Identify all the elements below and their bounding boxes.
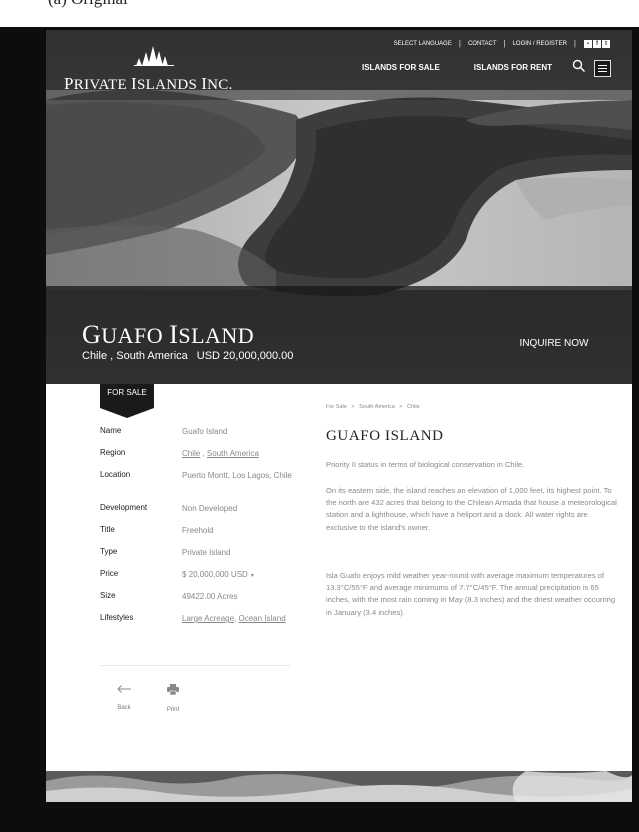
currency-select[interactable]: $ 20,000,000 USD ▾ — [182, 569, 300, 582]
back-label: Back — [117, 705, 131, 711]
detail-value: 49422.00 Acres — [182, 592, 238, 601]
title-word: UAFO — [101, 323, 170, 348]
divider — [100, 665, 290, 666]
breadcrumb-separator: > — [399, 404, 403, 410]
description-paragraph: Priority II status in terms of biologica… — [326, 460, 525, 469]
title-word: SLAND — [178, 323, 255, 348]
caption-text: (a) Original — [48, 0, 128, 9]
details-table: Name Guafo Island Region Chile , South A… — [100, 426, 300, 643]
breadcrumb: For Sale > South America > Chile — [326, 404, 420, 410]
detail-row-region: Region Chile , South America — [100, 448, 300, 470]
detail-value: Private Island — [182, 548, 231, 557]
logo-word: SLANDS — [136, 77, 202, 93]
detail-key: Name — [100, 426, 122, 435]
web-page: PRIVATE ISLANDS INC. SELECT LANGUAGE | C… — [46, 30, 632, 802]
detail-row-price: Price $ 20,000,000 USD ▾ — [100, 569, 300, 591]
hero-title: GUAFO ISLAND — [82, 320, 254, 350]
region-link-south-america[interactable]: South America — [207, 449, 259, 458]
detail-key: Development — [100, 503, 148, 512]
search-icon[interactable] — [572, 59, 586, 73]
hero-location: Chile , South America — [82, 350, 188, 362]
contact-link[interactable]: CONTACT — [468, 41, 497, 47]
menu-line — [598, 68, 607, 69]
description-paragraph: Isla Guafo enjoys mild weather year-roun… — [326, 571, 616, 617]
detail-value: Large Acreage, Ocean Island — [182, 613, 300, 624]
detail-row-size: Size 49422.00 Acres — [100, 591, 300, 613]
nav-divider: | — [458, 39, 461, 48]
region-link-chile[interactable]: Chile — [182, 449, 200, 458]
title-letter: G — [82, 320, 102, 349]
detail-value: Non Developed — [182, 504, 238, 513]
detail-row-location: Location Puerto Montt, Los Lagos, Chile — [100, 470, 300, 503]
menu-line — [598, 71, 607, 72]
screenshot-frame: (a) Original — [0, 0, 639, 832]
nav-divider: | — [503, 39, 506, 48]
lifestyle-link-ocean-island[interactable]: Ocean Island — [239, 614, 286, 623]
title-letter: I — [169, 320, 179, 349]
detail-key: Region — [100, 448, 126, 457]
price-value: $ 20,000,000 USD — [182, 570, 248, 579]
detail-key: Title — [100, 525, 115, 534]
logo-word: NC. — [207, 77, 233, 93]
badge-label: FOR SALE — [107, 388, 147, 397]
twitter-icon[interactable]: t — [602, 39, 610, 48]
detail-key: Size — [100, 591, 116, 600]
printer-icon — [167, 684, 179, 696]
nav-islands-for-sale[interactable]: ISLANDS FOR SALE — [362, 63, 440, 72]
caption-strip: (a) Original — [0, 0, 639, 27]
detail-key: Lifestyles — [100, 613, 134, 622]
print-label: Print — [166, 707, 180, 713]
nav-divider: | — [573, 39, 576, 48]
nav-islands-for-rent[interactable]: ISLANDS FOR RENT — [474, 63, 552, 72]
detail-row-lifestyles: Lifestyles Large Acreage, Ocean Island — [100, 613, 300, 643]
chevron-down-icon[interactable]: ▾ — [251, 573, 254, 579]
detail-key: Type — [100, 547, 118, 556]
site-logo[interactable]: PRIVATE ISLANDS INC. — [64, 74, 233, 94]
detail-value: Guafo Island — [182, 427, 228, 436]
facebook-icon[interactable]: f — [593, 39, 601, 48]
detail-row-title: Title Freehold — [100, 525, 300, 547]
hero-price: USD 20,000,000.00 — [196, 350, 294, 362]
inquire-now-button[interactable]: INQUIRE NOW — [498, 328, 610, 358]
detail-row-development: Development Non Developed — [100, 503, 300, 525]
main-nav: ISLANDS FOR SALE ISLANDS FOR RENT — [362, 63, 552, 72]
detail-value: Freehold — [182, 526, 214, 535]
for-sale-badge: FOR SALE — [100, 384, 154, 420]
clouds-image — [46, 771, 632, 802]
link-separator: , — [200, 449, 207, 458]
lifestyle-link-large-acreage[interactable]: Large Acreage — [182, 614, 234, 623]
breadcrumb-chile[interactable]: Chile — [407, 404, 420, 410]
logo-letter: P — [64, 74, 74, 93]
utility-nav: SELECT LANGUAGE | CONTACT | LOGIN / REGI… — [394, 39, 610, 48]
page-title: GUAFO ISLAND — [326, 428, 444, 444]
logo-trees-icon — [134, 46, 174, 66]
detail-key: Location — [100, 470, 131, 479]
square-icon[interactable]: ▪ — [584, 39, 592, 48]
detail-value: Chile , South America — [182, 448, 300, 459]
detail-row-type: Type Private Island — [100, 547, 300, 569]
breadcrumb-separator: > — [351, 404, 355, 410]
logo-word: RIVATE — [73, 77, 132, 93]
select-language-link[interactable]: SELECT LANGUAGE — [394, 41, 452, 47]
detail-value: Puerto Montt, Los Lagos, Chile — [182, 471, 292, 480]
hero-subtitle: Chile , South America USD 20,000,000.00 — [82, 350, 293, 362]
breadcrumb-for-sale[interactable]: For Sale — [326, 404, 347, 410]
login-register-link[interactable]: LOGIN / REGISTER — [513, 41, 567, 47]
back-button[interactable]: Back — [114, 680, 134, 711]
arrow-left-icon — [117, 685, 131, 693]
bottom-banner-image — [46, 771, 632, 802]
description-paragraph: On its eastern side, the island reaches … — [326, 486, 617, 532]
print-button[interactable]: Print — [162, 682, 184, 713]
menu-line — [598, 65, 607, 66]
detail-key: Price — [100, 569, 119, 578]
breadcrumb-south-america[interactable]: South America — [359, 404, 395, 410]
hamburger-menu-button[interactable] — [594, 60, 611, 77]
hero-section: PRIVATE ISLANDS INC. SELECT LANGUAGE | C… — [46, 30, 632, 384]
detail-row-name: Name Guafo Island — [100, 426, 300, 448]
